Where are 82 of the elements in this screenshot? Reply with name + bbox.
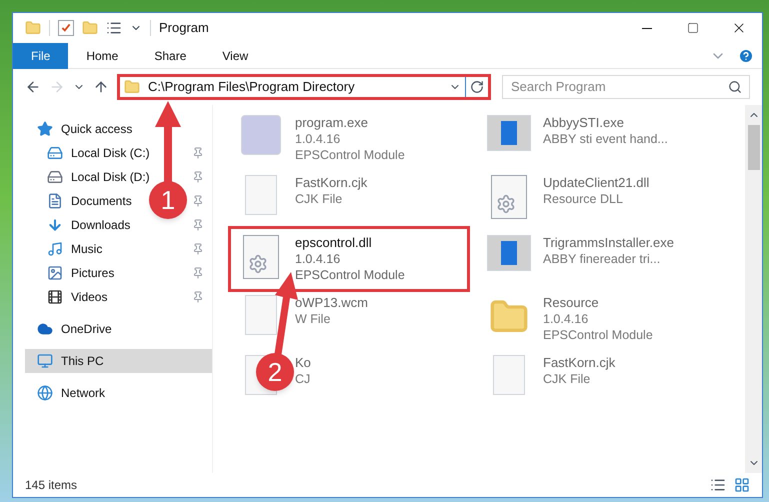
- file-detail: 1.0.4.16: [543, 311, 590, 327]
- up-icon[interactable]: [93, 79, 109, 95]
- pin-icon[interactable]: [192, 267, 204, 279]
- file-detail: EPSControl Module: [295, 147, 405, 163]
- blank-file-icon: [245, 175, 277, 215]
- file-name[interactable]: UpdateClient21.dll: [543, 175, 650, 191]
- globe-icon: [37, 385, 53, 401]
- window-app-icon: [487, 115, 531, 151]
- search-field[interactable]: Search Program: [502, 74, 750, 99]
- pin-icon[interactable]: [192, 147, 204, 159]
- file-detail: 1.0.4.16: [295, 131, 342, 147]
- sidebar-item[interactable]: Videos: [71, 288, 108, 306]
- cloud-icon: [37, 321, 53, 337]
- back-icon[interactable]: [25, 79, 41, 95]
- sidebar-item[interactable]: Local Disk (D:): [71, 168, 150, 186]
- star-icon: [37, 121, 53, 137]
- sidebar-item[interactable]: Downloads: [71, 216, 130, 234]
- document-icon: [47, 193, 63, 209]
- search-icon[interactable]: [728, 80, 742, 94]
- item-count: 145 items: [25, 477, 78, 494]
- drive-icon: [47, 145, 63, 161]
- file-name[interactable]: program.exe: [295, 115, 405, 131]
- help-icon[interactable]: [738, 48, 754, 64]
- pin-icon[interactable]: [192, 291, 204, 303]
- film-icon: [47, 289, 63, 305]
- program-icon: [241, 115, 281, 155]
- ribbon-tab[interactable]: Home: [68, 42, 136, 68]
- file-detail: 1.0.4.16: [295, 251, 342, 267]
- file-detail: CJK File: [543, 371, 592, 387]
- pin-icon[interactable]: [192, 195, 204, 207]
- pin-icon[interactable]: [192, 243, 204, 255]
- ribbon-tab[interactable]: Share: [136, 42, 204, 68]
- sidebar-item[interactable]: Documents: [71, 192, 132, 210]
- file-detail: EPSControl Module: [295, 267, 405, 283]
- file-detail: ABBY sti event hand...: [543, 131, 668, 147]
- folder-icon: [124, 79, 140, 95]
- pin-icon[interactable]: [192, 219, 204, 231]
- file-detail: W File: [295, 311, 332, 327]
- file-detail: Resource DLL: [543, 191, 624, 207]
- sidebar-item[interactable]: This PC: [61, 352, 104, 370]
- tiles-view-icon[interactable]: [734, 477, 750, 493]
- sidebar-item[interactable]: OneDrive: [61, 320, 112, 338]
- maximize-icon: [687, 22, 699, 34]
- file-name[interactable]: AbbyySTI.exe: [543, 115, 668, 131]
- settings-file-icon: [243, 235, 279, 279]
- properties-icon[interactable]: [58, 20, 74, 36]
- sidebar-item[interactable]: Music: [71, 240, 102, 258]
- sidebar-item[interactable]: Quick access: [61, 120, 132, 138]
- scroll-thumb[interactable]: [748, 125, 760, 170]
- pin-icon[interactable]: [192, 171, 204, 183]
- drive-icon: [47, 169, 63, 185]
- file-detail: EPSControl Module: [543, 327, 653, 343]
- scrollbar[interactable]: [745, 105, 762, 473]
- sidebar-item[interactable]: Network: [61, 384, 106, 402]
- ribbon-tab[interactable]: View: [204, 42, 266, 68]
- file-name[interactable]: FastKorn.cjk: [543, 355, 616, 371]
- file-name[interactable]: TrigrammsInstaller.exe: [543, 235, 674, 251]
- file-name[interactable]: epscontrol.dll: [295, 235, 405, 251]
- sidebar-item[interactable]: Pictures: [71, 264, 114, 282]
- sidebar-item[interactable]: Local Disk (C:): [71, 144, 150, 162]
- blank-file-icon: [493, 355, 525, 395]
- settings-file-icon: [491, 175, 527, 219]
- number-badge: 2: [256, 353, 294, 391]
- window-title: Program: [159, 19, 209, 38]
- ribbon-tab[interactable]: File: [13, 42, 68, 68]
- window-app-icon: [487, 235, 531, 271]
- address-field[interactable]: C:\Program Files\Program Directory: [117, 74, 491, 100]
- refresh-icon[interactable]: [470, 80, 484, 94]
- blank-file-icon: [245, 295, 277, 335]
- file-name[interactable]: oWP13.wcm: [295, 295, 368, 311]
- file-name[interactable]: FastKorn.cjk: [295, 175, 368, 191]
- file-detail: ABBY finereader tri...: [543, 251, 662, 267]
- picture-icon: [47, 265, 63, 281]
- list-view-icon[interactable]: [106, 20, 122, 36]
- details-view-icon[interactable]: [710, 477, 726, 493]
- file-name[interactable]: Ko: [295, 355, 311, 371]
- file-name[interactable]: Resource: [543, 295, 653, 311]
- file-detail: CJ: [295, 371, 311, 387]
- file-detail: CJK File: [295, 191, 344, 207]
- monitor-icon: [37, 353, 53, 369]
- music-note-icon: [47, 241, 63, 257]
- number-badge: 1: [149, 181, 187, 219]
